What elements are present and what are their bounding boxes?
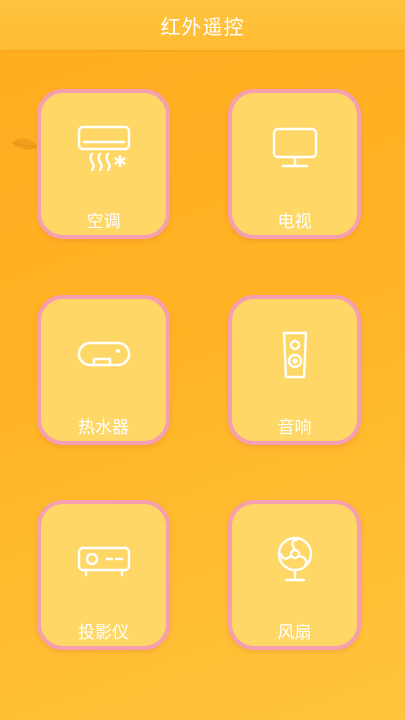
speaker-icon [232,329,357,381]
water-heater-icon [41,329,166,381]
app-header: 红外遥控 [0,0,405,50]
device-card-water-heater[interactable]: 热水器 [37,295,170,445]
projector-icon [41,534,166,586]
device-card-fan[interactable]: 风扇 [228,500,361,650]
device-card-air-conditioner[interactable]: 空调 [37,89,170,239]
tv-icon [232,123,357,175]
device-card-projector[interactable]: 投影仪 [37,500,170,650]
device-label: 投影仪 [78,623,129,643]
device-card-tv[interactable]: 电视 [228,89,361,239]
air-conditioner-icon [41,123,166,175]
fan-icon [232,534,357,586]
device-label: 风扇 [277,623,312,643]
device-label: 热水器 [78,418,129,438]
page-title: 红外遥控 [160,14,245,39]
device-label: 空调 [86,212,121,232]
device-label: 电视 [277,212,312,232]
device-label: 音响 [277,418,312,438]
device-card-speaker[interactable]: 音响 [228,295,361,445]
